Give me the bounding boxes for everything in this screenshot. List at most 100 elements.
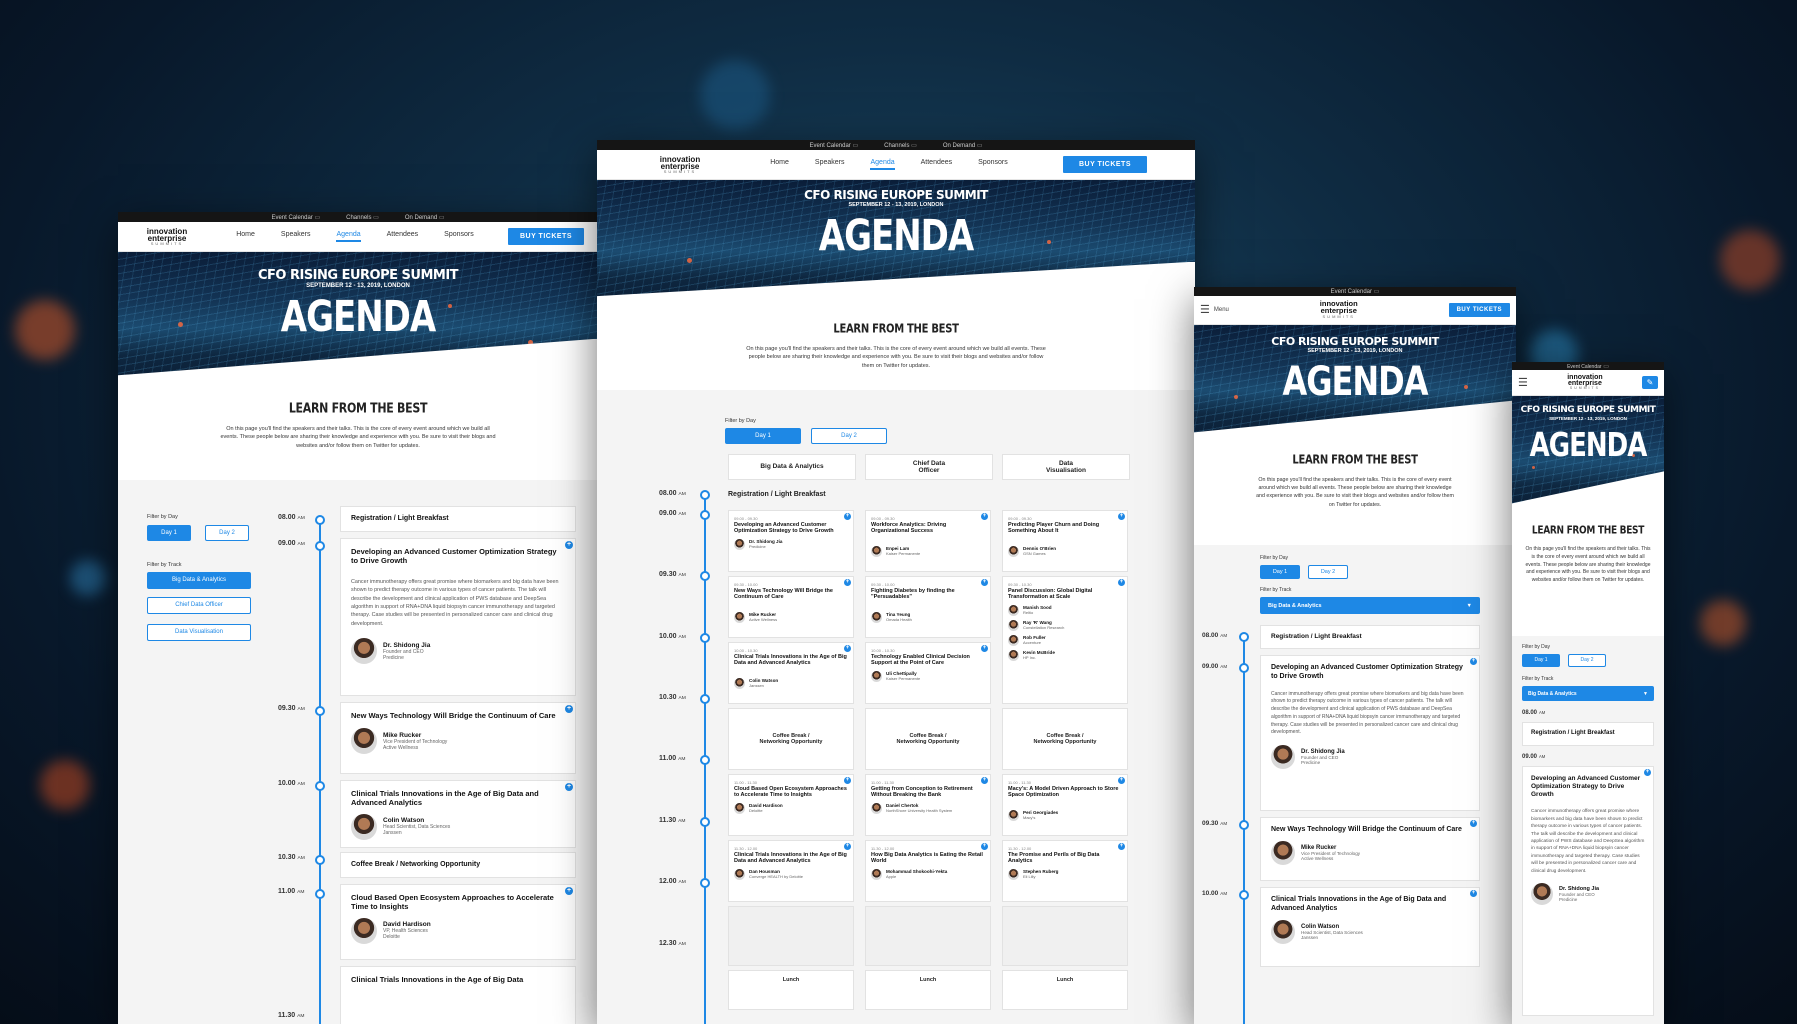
speaker-avatar: [351, 728, 377, 755]
expand-plus-icon[interactable]: +: [1470, 820, 1477, 827]
session-card-breakfast[interactable]: Registration / Light Breakfast: [340, 506, 576, 532]
session-card-breakfast[interactable]: Registration / Light Breakfast: [1260, 625, 1480, 649]
ticket-icon[interactable]: ✎: [1641, 376, 1658, 389]
event-calendar-link[interactable]: Event Calendar: [1331, 288, 1380, 295]
time-label: 09.30 AM: [278, 705, 305, 712]
nav-attendees[interactable]: Attendees: [387, 231, 419, 242]
speaker-avatar: [734, 611, 745, 623]
brand-logo[interactable]: innovation enterprise SUMMITS: [132, 227, 202, 246]
track-cdo-button[interactable]: Chief Data Officer: [147, 597, 251, 614]
session-card[interactable]: + Developing an Advanced Customer Optimi…: [1260, 655, 1480, 811]
grid-session-card[interactable]: + 09.30 - 10.00 New Ways Technology Will …: [728, 576, 854, 638]
channels-link[interactable]: Channels: [346, 214, 379, 221]
session-card[interactable]: + New Ways Technology Will Bridge the Co…: [340, 702, 576, 774]
track-select[interactable]: Big Data & Analytics ▼: [1522, 686, 1654, 701]
session-card[interactable]: Clinical Trials Innovations in the Age o…: [340, 966, 576, 1024]
expand-plus-icon: +: [981, 777, 988, 784]
expand-plus-icon[interactable]: +: [1644, 769, 1651, 776]
speaker[interactable]: Dr. Shidong Jia Founder and CEO Predicine: [1531, 883, 1645, 906]
timeline-dot: [1239, 820, 1249, 830]
track-select[interactable]: Big Data & Analytics ▼: [1260, 597, 1480, 614]
on-demand-link[interactable]: On Demand: [943, 142, 983, 149]
grid-session-card[interactable]: + 09.30 - 10.00 Fighting Diabetes by find…: [865, 576, 991, 638]
nav-attendees[interactable]: Attendees: [921, 159, 953, 170]
day-1-button[interactable]: Day 1: [725, 428, 801, 444]
expand-plus-icon[interactable]: +: [565, 541, 573, 549]
grid-session-card[interactable]: + 11.30 - 12.00 The Promise and Perils of…: [1002, 840, 1128, 902]
expand-plus-icon[interactable]: +: [565, 783, 573, 791]
channels-link[interactable]: Channels: [884, 142, 917, 149]
hamburger-menu-icon[interactable]: ☰ Menu: [1200, 304, 1229, 316]
hamburger-menu-icon[interactable]: ☰: [1518, 376, 1528, 389]
column-header-dataviz[interactable]: Data Visualisation: [1002, 454, 1130, 480]
session-card[interactable]: + Clinical Trials Innovations in the Age…: [1260, 887, 1480, 967]
brand-logo[interactable]: innovation enterprise SUMMITS: [645, 155, 715, 174]
grid-session-card[interactable]: + 10.00 - 10.30 Technology Enabled Clinic…: [865, 642, 991, 704]
session-card[interactable]: + Cloud Based Open Ecosystem Approaches …: [340, 884, 576, 960]
speaker-avatar: [734, 677, 745, 689]
speaker[interactable]: David Hardison VP, Health Sciences Deloitt…: [351, 917, 565, 944]
event-calendar-link[interactable]: Event Calendar: [809, 142, 858, 149]
time-label: 10.30 AM: [659, 694, 686, 701]
speaker-avatar: [871, 868, 882, 880]
nav-sponsors[interactable]: Sponsors: [978, 159, 1008, 170]
track-dataviz-button[interactable]: Data Visualisation: [147, 624, 251, 641]
expand-plus-icon[interactable]: +: [1470, 658, 1477, 665]
grid-session-card-panel[interactable]: + 09.30 - 10.30 Panel Discussion: Global …: [1002, 576, 1128, 704]
session-card-breakfast[interactable]: Registration / Light Breakfast: [1522, 722, 1654, 746]
day-2-button[interactable]: Day 2: [1308, 565, 1348, 579]
buy-tickets-button[interactable]: BUY TICKETS: [1448, 303, 1510, 317]
expand-plus-icon[interactable]: +: [1470, 890, 1477, 897]
session-card[interactable]: + New Ways Technology Will Bridge the Co…: [1260, 817, 1480, 881]
track-big-data-button[interactable]: Big Data & Analytics: [147, 572, 251, 589]
time-label: 10.00 AM: [1202, 890, 1228, 897]
speaker[interactable]: Mike Rucker Vice President of Technology A…: [351, 728, 565, 755]
nav-home[interactable]: Home: [236, 231, 255, 242]
column-header-cdo[interactable]: Chief Data Officer: [865, 454, 993, 480]
brand-logo[interactable]: innovation enterprise SUMMITS: [1320, 300, 1358, 318]
nav-agenda[interactable]: Agenda: [870, 159, 895, 170]
column-header-big-data[interactable]: Big Data & Analytics: [728, 454, 856, 480]
grid-session-card[interactable]: + 11.30 - 12.00 Clinical Trials Innovatio…: [728, 840, 854, 902]
day-2-button[interactable]: Day 2: [811, 428, 887, 444]
grid-session-card[interactable]: + 11.30 - 12.00 How Big Data Analytics is…: [865, 840, 991, 902]
top-utility-bar: Event Calendar Channels On Demand: [118, 212, 598, 222]
grid-session-card[interactable]: + 09.00 - 09.30 Developing an Advanced Cu…: [728, 510, 854, 572]
day-1-button[interactable]: Day 1: [147, 525, 191, 541]
grid-session-card[interactable]: + 11.00 - 11.30 Macy's: A Model Driven Ap…: [1002, 774, 1128, 836]
session-card[interactable]: + Clinical Trials Innovations in the Age…: [340, 780, 576, 848]
nav-speakers[interactable]: Speakers: [281, 231, 311, 242]
speaker-avatar: [1271, 745, 1295, 769]
speaker[interactable]: Dr. Shidong Jia Founder and CEO Predicine: [351, 638, 565, 664]
on-demand-link[interactable]: On Demand: [405, 214, 445, 221]
speaker[interactable]: Mike Rucker Vice President of Technology A…: [1271, 840, 1469, 865]
speaker[interactable]: Colin Watson Head Scientist, Data Science…: [351, 813, 565, 840]
event-date: SEPTEMBER 12 - 13, 2019, LONDON: [1549, 415, 1627, 421]
event-calendar-link[interactable]: Event Calendar: [271, 214, 320, 221]
nav-speakers[interactable]: Speakers: [815, 159, 845, 170]
speaker[interactable]: Dr. Shidong Jia Founder and CEO Predicine: [1271, 745, 1469, 769]
timeline-dot: [700, 694, 710, 704]
event-calendar-link[interactable]: Event Calendar: [1567, 363, 1609, 370]
day-2-button[interactable]: Day 2: [205, 525, 249, 541]
grid-session-card[interactable]: + 10.00 - 10.30 Clinical Trials Innovatio…: [728, 642, 854, 704]
grid-session-card[interactable]: + 11.00 - 11.30 Cloud Based Open Ecosyste…: [728, 774, 854, 836]
buy-tickets-button[interactable]: BUY TICKETS: [507, 228, 584, 245]
day-1-button[interactable]: Day 1: [1522, 654, 1560, 667]
buy-tickets-button[interactable]: BUY TICKETS: [1062, 156, 1147, 173]
expand-plus-icon[interactable]: +: [565, 705, 573, 713]
session-card[interactable]: + Developing an Advanced Customer Optimi…: [1522, 766, 1654, 1016]
speaker[interactable]: Colin Watson Head Scientist, Data Science…: [1271, 919, 1469, 944]
day-2-button[interactable]: Day 2: [1568, 654, 1606, 667]
brand-logo[interactable]: innovation enterprise SUMMITS: [1567, 374, 1602, 391]
session-card[interactable]: + Developing an Advanced Customer Optimi…: [340, 538, 576, 696]
nav-agenda[interactable]: Agenda: [336, 231, 361, 242]
grid-session-card[interactable]: + 11.00 - 11.30 Getting from Conception t…: [865, 774, 991, 836]
time-label: 11.00 AM: [278, 888, 305, 895]
grid-session-card[interactable]: + 09.00 - 09.30 Workforce Analytics: Driv…: [865, 510, 991, 572]
nav-home[interactable]: Home: [770, 159, 789, 170]
expand-plus-icon[interactable]: +: [565, 887, 573, 895]
nav-sponsors[interactable]: Sponsors: [444, 231, 474, 242]
grid-session-card[interactable]: + 09.00 - 09.30 Predicting Player Churn a…: [1002, 510, 1128, 572]
day-1-button[interactable]: Day 1: [1260, 565, 1300, 579]
